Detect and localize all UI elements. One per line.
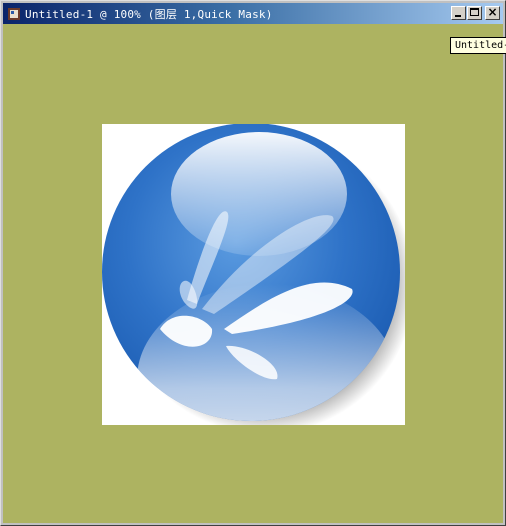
title-tooltip: Untitled- [450, 37, 506, 54]
maximize-icon [470, 8, 479, 16]
minimize-button[interactable] [451, 6, 466, 20]
document-canvas[interactable] [102, 123, 415, 434]
sphere-top-highlight [171, 132, 347, 256]
title-bar[interactable]: Untitled-1 @ 100% (图层 1,Quick Mask) × [3, 3, 503, 24]
window-controls: × [451, 5, 500, 20]
glass-sphere-artwork [102, 123, 415, 434]
canvas-area[interactable] [3, 24, 503, 523]
window-title: Untitled-1 @ 100% (图层 1,Quick Mask) [25, 7, 273, 21]
photoshop-document-icon[interactable] [7, 7, 21, 21]
close-icon: × [487, 5, 498, 19]
close-button[interactable]: × [485, 5, 500, 20]
minimize-icon [455, 15, 461, 17]
document-window: Untitled-1 @ 100% (图层 1,Quick Mask) × Un… [0, 0, 506, 526]
maximize-button[interactable] [467, 6, 482, 20]
